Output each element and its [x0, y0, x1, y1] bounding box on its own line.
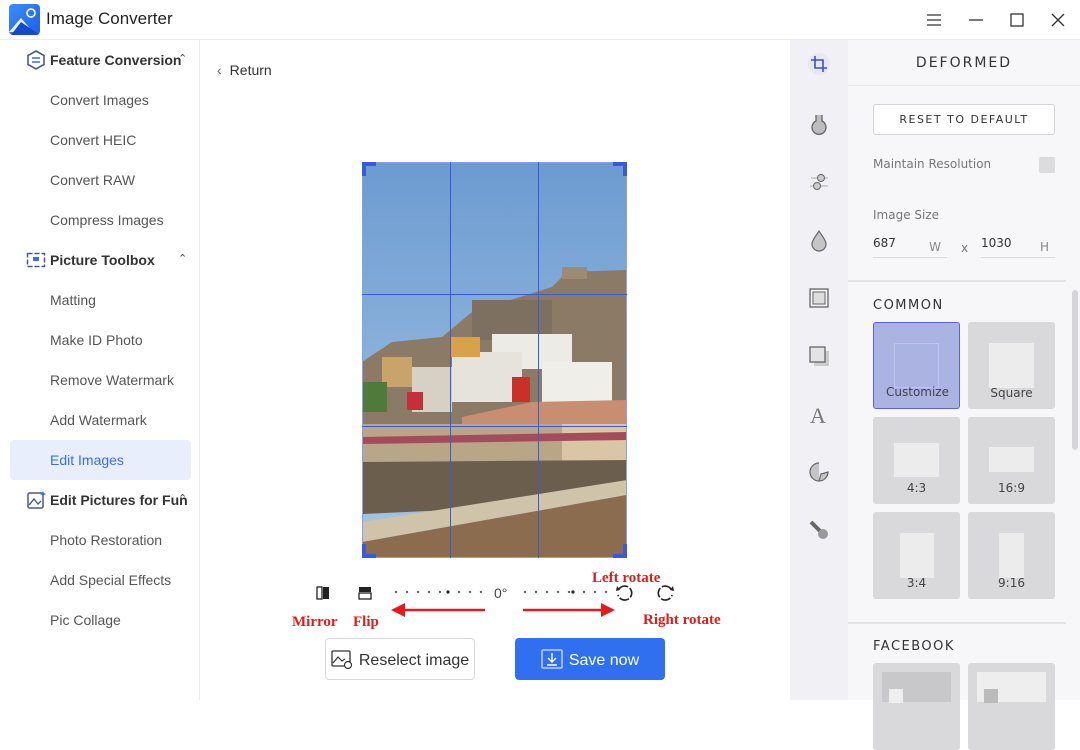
title-bar: Image Converter	[0, 0, 1080, 40]
height-input[interactable]: 1030 H	[981, 236, 1055, 258]
download-icon	[541, 648, 563, 669]
sidebar-item-add-special-effects[interactable]: Add Special Effects	[10, 560, 191, 600]
annotation-flip: Flip	[353, 614, 379, 630]
main-area: ‹ Return 0° Left rotate Mirror Flip Righ…	[201, 40, 790, 700]
chevron-up-icon: ⌃	[178, 253, 188, 265]
preset-16-9[interactable]: 16:9	[968, 417, 1055, 504]
sidebar-item-convert-images[interactable]: Convert Images	[10, 80, 191, 120]
preset-customize[interactable]: Customize	[873, 322, 960, 409]
sidebar-item-convert-heic[interactable]: Convert HEIC	[10, 120, 191, 160]
save-now-button[interactable]: Save now	[515, 638, 665, 680]
sidebar: Feature Conversion ⌃ Convert Images Conv…	[0, 40, 200, 700]
crop-icon[interactable]	[807, 52, 831, 76]
menu-icon[interactable]	[924, 10, 944, 30]
flask-icon[interactable]	[807, 112, 831, 136]
reselect-image-button[interactable]: Reselect image	[325, 638, 475, 680]
maximize-icon[interactable]	[1007, 10, 1027, 30]
annotation-mirror: Mirror	[292, 614, 338, 630]
preset-4-3[interactable]: 4:3	[873, 417, 960, 504]
annotation-left-rotate: Left rotate	[592, 570, 661, 586]
reselect-image-icon	[331, 649, 352, 669]
close-icon[interactable]	[1048, 10, 1068, 30]
facebook-heading: FACEBOOK	[873, 639, 955, 654]
fun-picture-icon	[26, 490, 46, 510]
image-size-label: Image Size	[873, 208, 940, 222]
return-button[interactable]: ‹ Return	[217, 62, 272, 78]
sidebar-item-add-watermark[interactable]: Add Watermark	[10, 400, 191, 440]
divider	[848, 622, 1066, 624]
chevron-up-icon: ⌃	[178, 493, 188, 505]
rotation-slider-left[interactable]	[391, 588, 486, 596]
convert-icon	[26, 50, 46, 70]
toolbox-icon	[26, 250, 46, 270]
arrow-right-annotation	[523, 603, 615, 617]
preset-square[interactable]: Square	[968, 322, 1055, 409]
svg-text:A: A	[810, 403, 826, 426]
maintain-resolution-checkbox[interactable]	[1039, 157, 1055, 173]
chevron-left-icon: ‹	[217, 62, 222, 78]
preset-3-4[interactable]: 3:4	[873, 512, 960, 599]
divider	[848, 280, 1066, 282]
flip-button[interactable]	[356, 585, 374, 601]
common-heading: COMMON	[873, 298, 944, 313]
adjust-sliders-icon[interactable]	[807, 170, 831, 194]
preset-facebook-1[interactable]	[873, 663, 960, 750]
sidebar-group-edit-pictures-for-fun[interactable]: Edit Pictures for Fun ⌃	[0, 480, 200, 520]
sidebar-item-convert-raw[interactable]: Convert RAW	[10, 160, 191, 200]
image-preview[interactable]	[362, 162, 627, 558]
tool-strip: A	[790, 40, 848, 700]
width-input[interactable]: 687 W	[873, 236, 947, 258]
sidebar-item-edit-images[interactable]: Edit Images	[10, 440, 191, 480]
annotation-right-rotate: Right rotate	[643, 612, 721, 628]
sidebar-item-matting[interactable]: Matting	[10, 280, 191, 320]
minimize-icon[interactable]	[966, 10, 986, 30]
mirror-button[interactable]	[314, 585, 332, 601]
brush-icon[interactable]	[807, 518, 831, 542]
arrow-left-annotation	[391, 603, 485, 617]
rotation-value: 0°	[494, 585, 508, 601]
chevron-up-icon: ⌃	[178, 53, 188, 65]
sidebar-group-picture-toolbox[interactable]: Picture Toolbox ⌃	[0, 240, 200, 280]
preset-facebook-2[interactable]	[968, 663, 1055, 750]
app-logo-icon	[9, 4, 40, 35]
sidebar-item-compress-images[interactable]: Compress Images	[10, 200, 191, 240]
app-title: Image Converter	[46, 9, 173, 28]
sidebar-item-photo-restoration[interactable]: Photo Restoration	[10, 520, 191, 560]
photo-canvas	[362, 162, 627, 558]
drop-icon[interactable]	[807, 228, 831, 252]
panel-title: DEFORMED	[848, 40, 1080, 86]
preset-9-16[interactable]: 9:16	[968, 512, 1055, 599]
sticker-icon[interactable]	[807, 460, 831, 484]
times-sign: x	[961, 241, 969, 255]
sidebar-item-make-id-photo[interactable]: Make ID Photo	[10, 320, 191, 360]
maintain-resolution-label: Maintain Resolution	[873, 157, 992, 171]
panel-scrollbar[interactable]	[1072, 290, 1078, 450]
sidebar-item-remove-watermark[interactable]: Remove Watermark	[10, 360, 191, 400]
reset-to-default-button[interactable]: RESET TO DEFAULT	[873, 104, 1055, 135]
frame-icon[interactable]	[807, 286, 831, 310]
sidebar-group-feature-conversion[interactable]: Feature Conversion ⌃	[0, 40, 200, 80]
rotation-slider-right[interactable]	[521, 588, 616, 596]
sidebar-item-pic-collage[interactable]: Pic Collage	[10, 600, 191, 640]
deformed-panel: DEFORMED RESET TO DEFAULT Maintain Resol…	[848, 40, 1080, 750]
shadow-square-icon[interactable]	[807, 344, 831, 368]
text-icon[interactable]: A	[807, 402, 831, 428]
